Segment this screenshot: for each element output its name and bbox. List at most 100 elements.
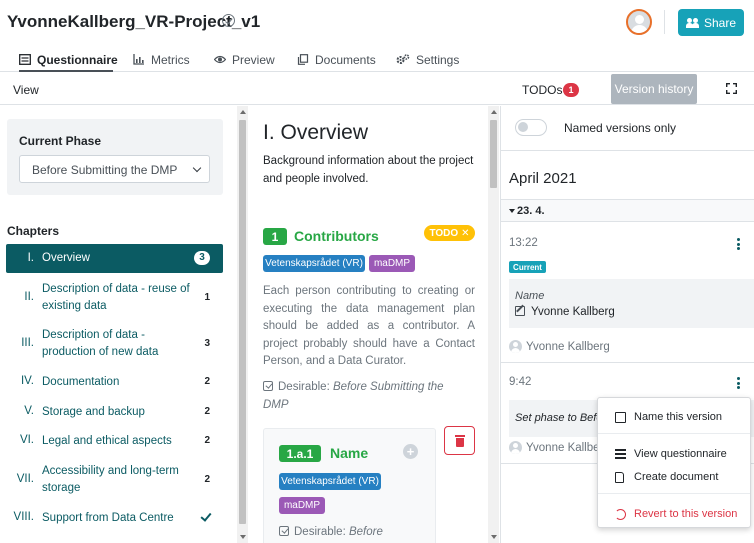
version-history-button[interactable]: Version history (611, 74, 697, 104)
tab-documents-label: Documents (315, 53, 376, 67)
view-menu[interactable]: View (13, 83, 39, 97)
day-label: 23. 4. (517, 205, 545, 217)
current-phase-panel: Current Phase Before Submitting the DMP (7, 119, 223, 195)
chapter-item[interactable]: V. Storage and backup 2 (6, 404, 223, 421)
user-avatar[interactable] (626, 9, 652, 35)
chapter-label: Support from Data Centre (42, 512, 174, 524)
scroll-up-arrow-icon[interactable] (491, 110, 497, 114)
chapter-number: I. (27, 252, 34, 264)
question-title: Contributors (294, 228, 379, 244)
menu-item-label: Name this version (634, 411, 723, 423)
chevron-down-icon (192, 163, 202, 173)
named-versions-toggle[interactable] (515, 119, 547, 136)
main-tabs: Questionnaire Metrics Preview Documents … (0, 49, 754, 72)
version-author: Yvonne Kallberg (509, 340, 610, 353)
tab-preview[interactable]: Preview (213, 49, 275, 72)
question-description: Each person contributing to creating or … (263, 285, 475, 367)
version-time: 13:22 (509, 237, 538, 249)
users-icon (685, 17, 699, 28)
delete-item-button[interactable] (444, 426, 475, 455)
subquestion-number-badge: 1.a.1 (279, 445, 321, 462)
tab-settings-label: Settings (416, 53, 460, 67)
phase-select[interactable]: Before Submitting the DMP (19, 155, 210, 183)
chapter-item[interactable]: VI. Legal and ethical aspects 2 (6, 433, 223, 450)
more-vertical-icon[interactable] (737, 238, 740, 252)
divider (501, 150, 754, 151)
chapter-number: IV. (20, 375, 34, 387)
version-event-text: Set phase to Befo (515, 412, 603, 424)
check-square-icon (279, 526, 289, 536)
desirable-prefix: Desirable: (294, 526, 346, 538)
chapter-label: Overview (42, 252, 90, 264)
scroll-up-arrow-icon[interactable] (240, 110, 246, 114)
expand-icon[interactable] (725, 82, 738, 95)
chapter-number: V. (24, 405, 34, 417)
sidebar-scrollbar[interactable] (237, 106, 248, 543)
share-button[interactable]: Share (678, 9, 744, 36)
chapter-item[interactable]: II. Description of data - reuse of exist… (6, 281, 223, 315)
chapter-number: II. (24, 291, 34, 303)
chapter-label: Documentation (42, 376, 120, 388)
chapter-count-badge: 3 (194, 251, 210, 265)
author-name: Yvonne Kallber (526, 441, 604, 454)
tab-preview-label: Preview (232, 53, 275, 67)
chapter-item[interactable]: I. Overview 3 (6, 244, 223, 273)
questionnaire-content: I. Overview Background information about… (248, 106, 488, 543)
tab-metrics-label: Metrics (151, 53, 190, 67)
more-vertical-icon[interactable] (737, 377, 740, 391)
tab-metrics[interactable]: Metrics (133, 49, 190, 72)
app-header: YvonneKallberg_VR-Project_v1 Share Quest… (0, 0, 754, 72)
desirable-phase: Desirable: Before Submitting the DMP (263, 378, 463, 414)
check-square-icon (263, 381, 273, 391)
chapter-item[interactable]: III. Description of data - production of… (6, 327, 223, 361)
chapters-sidebar: Current Phase Before Submitting the DMP … (0, 106, 237, 543)
scroll-down-arrow-icon[interactable] (491, 535, 497, 539)
subquestion-title: Name (330, 445, 369, 461)
chapter-item[interactable]: VIII. Support from Data Centre (6, 510, 223, 527)
chapter-count: 3 (204, 338, 210, 349)
tab-documents[interactable]: Documents (297, 49, 376, 72)
close-icon[interactable]: ✕ (461, 228, 469, 239)
tab-settings[interactable]: Settings (396, 49, 459, 72)
chapter-item[interactable]: IV. Documentation 2 (6, 374, 223, 391)
copy-icon (297, 54, 309, 65)
menu-item-label: View questionnaire (634, 448, 727, 460)
version-name-label: Name (515, 290, 545, 302)
question-number-badge: 1 (263, 228, 287, 245)
edit-icon (515, 306, 525, 316)
history-icon (615, 509, 626, 520)
revert-version-menu-item[interactable]: Revert to this version (598, 504, 750, 524)
saved-check-icon (222, 14, 235, 27)
scroll-down-arrow-icon[interactable] (240, 535, 246, 539)
menu-item-label: Revert to this version (634, 508, 738, 520)
chapter-label: Description of data - reuse of existing … (42, 283, 190, 312)
chapter-number: III. (21, 337, 34, 349)
desirable-phase: Desirable: Before (279, 523, 429, 541)
view-questionnaire-menu-item[interactable]: View questionnaire (598, 444, 750, 464)
chapter-number: VII. (16, 473, 34, 485)
todos-count-badge: 1 (563, 83, 579, 97)
chapter-count: 2 (204, 376, 210, 387)
trash-icon (455, 435, 465, 437)
todo-badge[interactable]: TODO ✕ (424, 225, 475, 241)
name-version-menu-item[interactable]: Name this version (598, 407, 750, 427)
chapter-label: Accessibility and long-term storage (42, 465, 179, 494)
day-group-header[interactable]: 23. 4. (501, 199, 754, 222)
chapter-item[interactable]: VII. Accessibility and long-term storage… (6, 463, 223, 497)
tag-vr: Vetenskapsrådet (VR) (263, 255, 365, 272)
content-scrollbar[interactable] (488, 106, 499, 543)
desirable-prefix: Desirable: (278, 381, 330, 393)
scrollbar-thumb[interactable] (239, 120, 246, 524)
phase-select-value: Before Submitting the DMP (32, 163, 178, 177)
month-heading: April 2021 (509, 170, 577, 187)
menu-item-label: Create document (634, 471, 719, 483)
todos-button[interactable]: TODOs (522, 83, 562, 97)
questionnaire-icon (19, 54, 31, 65)
create-document-menu-item[interactable]: Create document (598, 467, 750, 487)
tab-questionnaire[interactable]: Questionnaire (19, 49, 118, 72)
version-author: Yvonne Kallber (509, 441, 603, 454)
scrollbar-thumb[interactable] (490, 120, 497, 188)
chapter-number: VI. (19, 434, 34, 446)
plus-icon[interactable]: + (403, 444, 418, 459)
menu-divider (598, 493, 750, 494)
